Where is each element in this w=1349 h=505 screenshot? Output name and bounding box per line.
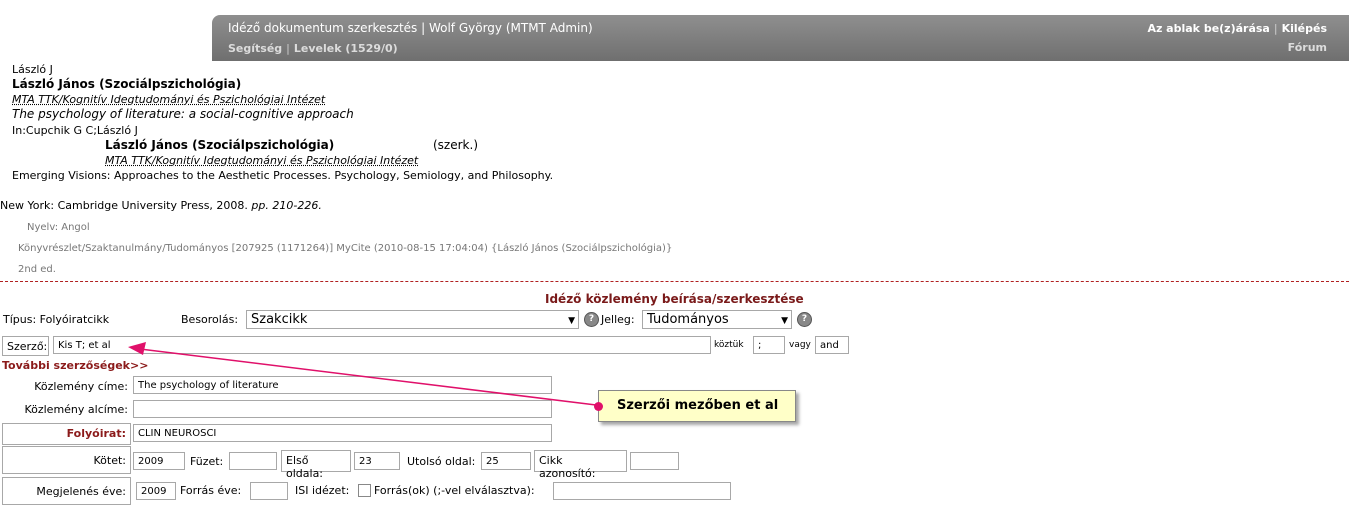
pub-title-label: Közlemény címe: xyxy=(34,380,128,393)
issue-label: Füzet: xyxy=(190,455,224,468)
volume-label: Kötet: xyxy=(2,446,131,474)
editor-full[interactable]: László János (Szociálpszichológia) xyxy=(105,138,334,152)
author-affiliation[interactable]: MTA TTK/Kognitív Idegtudományi és Pszich… xyxy=(12,93,325,106)
class-select[interactable]: Szakcikk ▼ xyxy=(246,310,579,329)
nature-label: Jelleg: xyxy=(601,313,635,326)
book-title: Emerging Visions: Approaches to the Aest… xyxy=(12,169,554,182)
chevron-down-icon: ▼ xyxy=(781,316,788,326)
nature-select-value: Tudományos xyxy=(647,312,729,327)
logout-link[interactable]: Kilépés xyxy=(1282,22,1327,35)
source-year-label: Forrás éve: xyxy=(180,484,242,497)
page-title: Idéző dokumentum szerkesztés | Wolf Györ… xyxy=(228,21,593,35)
help-icon[interactable]: ? xyxy=(584,312,599,327)
more-authors-link[interactable]: További szerzőségek>> xyxy=(2,359,148,372)
volume-input[interactable] xyxy=(133,452,185,470)
pub-title-input[interactable] xyxy=(133,376,552,394)
nature-select[interactable]: Tudományos ▼ xyxy=(642,310,792,329)
pages: pp. 210-226. xyxy=(251,199,322,212)
source-year-input[interactable] xyxy=(250,482,288,500)
author-input[interactable] xyxy=(53,336,711,354)
pub-year-label: Megjelenés éve: xyxy=(2,477,131,505)
subtitle-label: Közlemény alcíme: xyxy=(24,403,128,416)
pub-year-input[interactable] xyxy=(136,482,176,500)
author-short: László J xyxy=(12,63,53,76)
first-page-label: Első oldala: xyxy=(281,450,351,480)
sources-label: Forrás(ok) (;-vel elválasztva): xyxy=(374,484,535,497)
language: Nyelv: Angol xyxy=(27,222,90,233)
divider xyxy=(0,281,1349,282)
chevron-down-icon: ▼ xyxy=(568,316,575,326)
class-select-value: Szakcikk xyxy=(251,312,308,327)
article-id-input[interactable] xyxy=(630,452,679,470)
header-actions: Az ablak be(z)árása | Kilépés xyxy=(1147,22,1327,35)
editor-affiliation[interactable]: MTA TTK/Kognitív Idegtudományi és Pszich… xyxy=(105,154,418,167)
isi-checkbox[interactable] xyxy=(358,484,371,497)
first-page-input[interactable] xyxy=(354,452,400,470)
separator-label: köztük xyxy=(714,340,744,350)
issue-input[interactable] xyxy=(229,452,277,470)
help-link[interactable]: Segítség xyxy=(228,42,282,55)
author-full[interactable]: László János (Szociálpszichológia) xyxy=(12,77,241,91)
or-label: vagy xyxy=(789,340,811,350)
publisher: New York: Cambridge University Press, 20… xyxy=(0,199,248,212)
isi-label: ISI idézet: xyxy=(295,484,350,497)
journal-input[interactable] xyxy=(133,424,552,442)
subtitle-input[interactable] xyxy=(133,400,552,418)
article-id-label: Cikk azonosító: xyxy=(534,450,627,480)
journal-label: Folyóirat: xyxy=(2,423,131,445)
last-page-label: Utolsó oldal: xyxy=(407,455,476,468)
top-bar: Idéző dokumentum szerkesztés | Wolf Györ… xyxy=(212,15,1349,61)
editor-role: (szerk.) xyxy=(433,138,478,152)
class-label: Besorolás: xyxy=(181,313,239,326)
annotation-dot xyxy=(594,402,603,411)
record-meta: Könyvrészlet/Szaktanulmány/Tudományos [2… xyxy=(18,243,673,254)
annotation-text: Szerzői mezőben et al xyxy=(617,398,779,413)
or-input[interactable] xyxy=(815,336,849,354)
form-heading: Idéző közlemény beírása/szerkesztése xyxy=(545,292,804,306)
window-toggle-link[interactable]: Az ablak be(z)árása xyxy=(1147,22,1269,35)
header-links: Segítség | Levelek (1529/0) xyxy=(228,42,398,55)
publisher-line: New York: Cambridge University Press, 20… xyxy=(0,199,322,212)
messages-link[interactable]: Levelek (1529/0) xyxy=(294,42,398,55)
forum-link[interactable]: Fórum xyxy=(1288,41,1327,54)
edition: 2nd ed. xyxy=(18,264,56,275)
type-label: Típus: Folyóiratcikk xyxy=(3,313,110,326)
help-icon[interactable]: ? xyxy=(797,312,812,327)
record-title: The psychology of literature: a social-c… xyxy=(12,107,354,121)
last-page-input[interactable] xyxy=(481,452,531,470)
in-line: In:Cupchik G C;László J xyxy=(12,124,138,137)
separator-input[interactable] xyxy=(753,336,785,354)
author-label: Szerző: xyxy=(2,336,49,356)
annotation-callout: Szerzői mezőben et al xyxy=(594,390,796,422)
sources-input[interactable] xyxy=(553,482,731,500)
